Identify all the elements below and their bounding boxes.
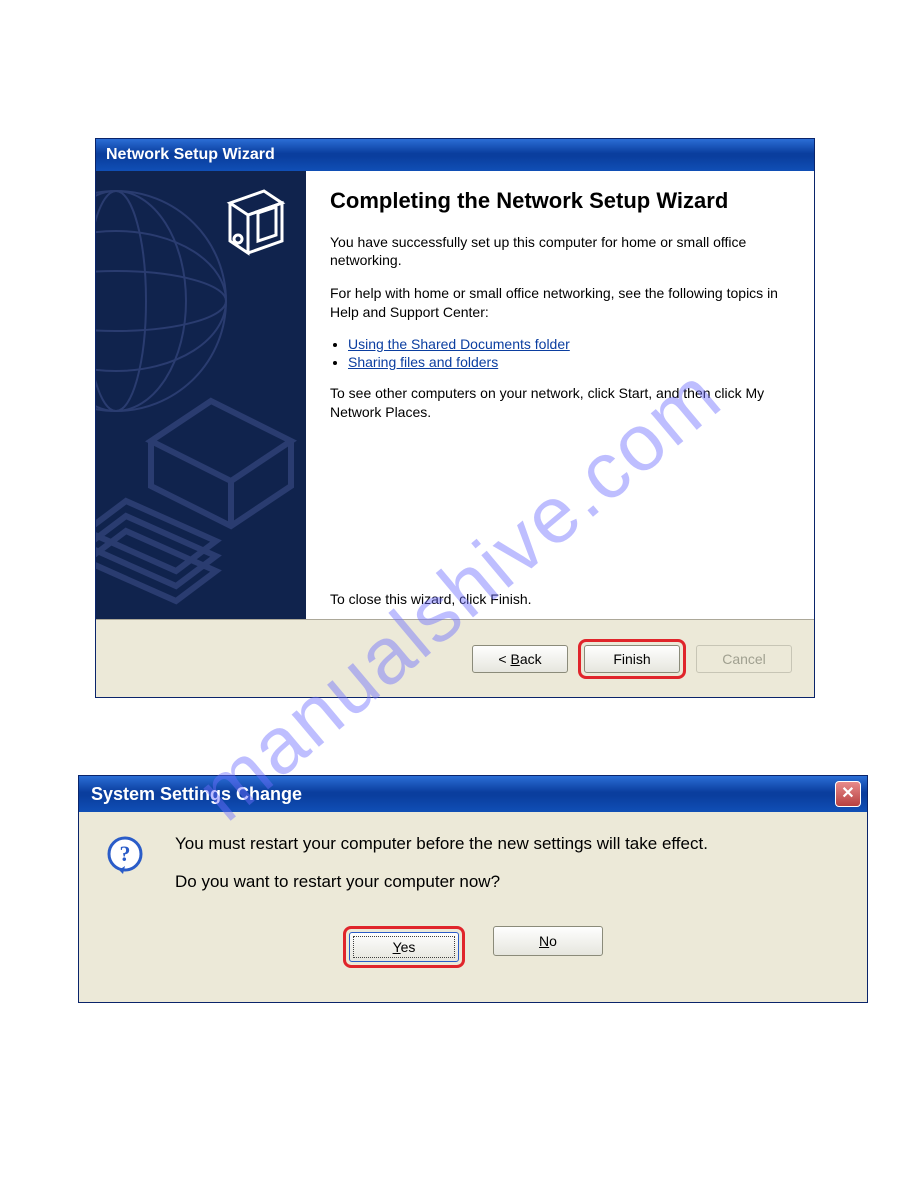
wizard-help-links: Using the Shared Documents folder Sharin… (330, 336, 790, 370)
finish-button-highlight: Finish (578, 639, 686, 679)
network-setup-wizard-dialog: Network Setup Wizard (95, 138, 815, 698)
wizard-content: Completing the Network Setup Wizard You … (306, 171, 814, 621)
msgbox-title-text: System Settings Change (91, 784, 302, 805)
wizard-titlebar[interactable]: Network Setup Wizard (96, 139, 814, 171)
no-hotkey: N (539, 933, 549, 949)
link-sharing-files[interactable]: Sharing files and folders (348, 354, 498, 370)
link-shared-documents[interactable]: Using the Shared Documents folder (348, 336, 570, 352)
close-icon[interactable]: ✕ (835, 781, 861, 807)
wizard-close-hint: To close this wizard, click Finish. (330, 591, 532, 607)
yes-button[interactable]: Yes (349, 932, 459, 962)
back-prefix: < (498, 651, 510, 667)
wizard-paragraph-help: For help with home or small office netwo… (330, 284, 790, 322)
yes-hotkey: Y (393, 939, 401, 955)
wizard-footer: < Back Finish Cancel (96, 619, 814, 697)
back-button[interactable]: < Back (472, 645, 568, 673)
yes-rest: es (401, 939, 416, 955)
svg-text:?: ? (120, 841, 131, 866)
yes-button-highlight: Yes (343, 926, 465, 968)
msgbox-titlebar[interactable]: System Settings Change ✕ (79, 776, 867, 812)
msgbox-line1: You must restart your computer before th… (175, 834, 708, 854)
msgbox-body: ? You must restart your computer before … (79, 812, 867, 926)
cancel-button: Cancel (696, 645, 792, 673)
wizard-body: Completing the Network Setup Wizard You … (96, 171, 814, 621)
back-rest: ack (520, 651, 542, 667)
no-rest: o (549, 933, 557, 949)
msgbox-text: You must restart your computer before th… (175, 834, 708, 910)
msgbox-buttons: Yes No (79, 926, 867, 986)
back-hotkey: B (510, 651, 519, 667)
wizard-paragraph-success: You have successfully set up this comput… (330, 233, 790, 271)
wizard-heading: Completing the Network Setup Wizard (330, 187, 790, 215)
wizard-paragraph-network-places: To see other computers on your network, … (330, 384, 790, 422)
wizard-title-text: Network Setup Wizard (106, 146, 275, 164)
question-icon: ? (105, 836, 145, 876)
finish-button[interactable]: Finish (584, 645, 680, 673)
wizard-hero-icon (212, 185, 292, 265)
system-settings-change-dialog: System Settings Change ✕ ? You must rest… (78, 775, 868, 1003)
msgbox-line2: Do you want to restart your computer now… (175, 872, 708, 892)
no-button[interactable]: No (493, 926, 603, 956)
